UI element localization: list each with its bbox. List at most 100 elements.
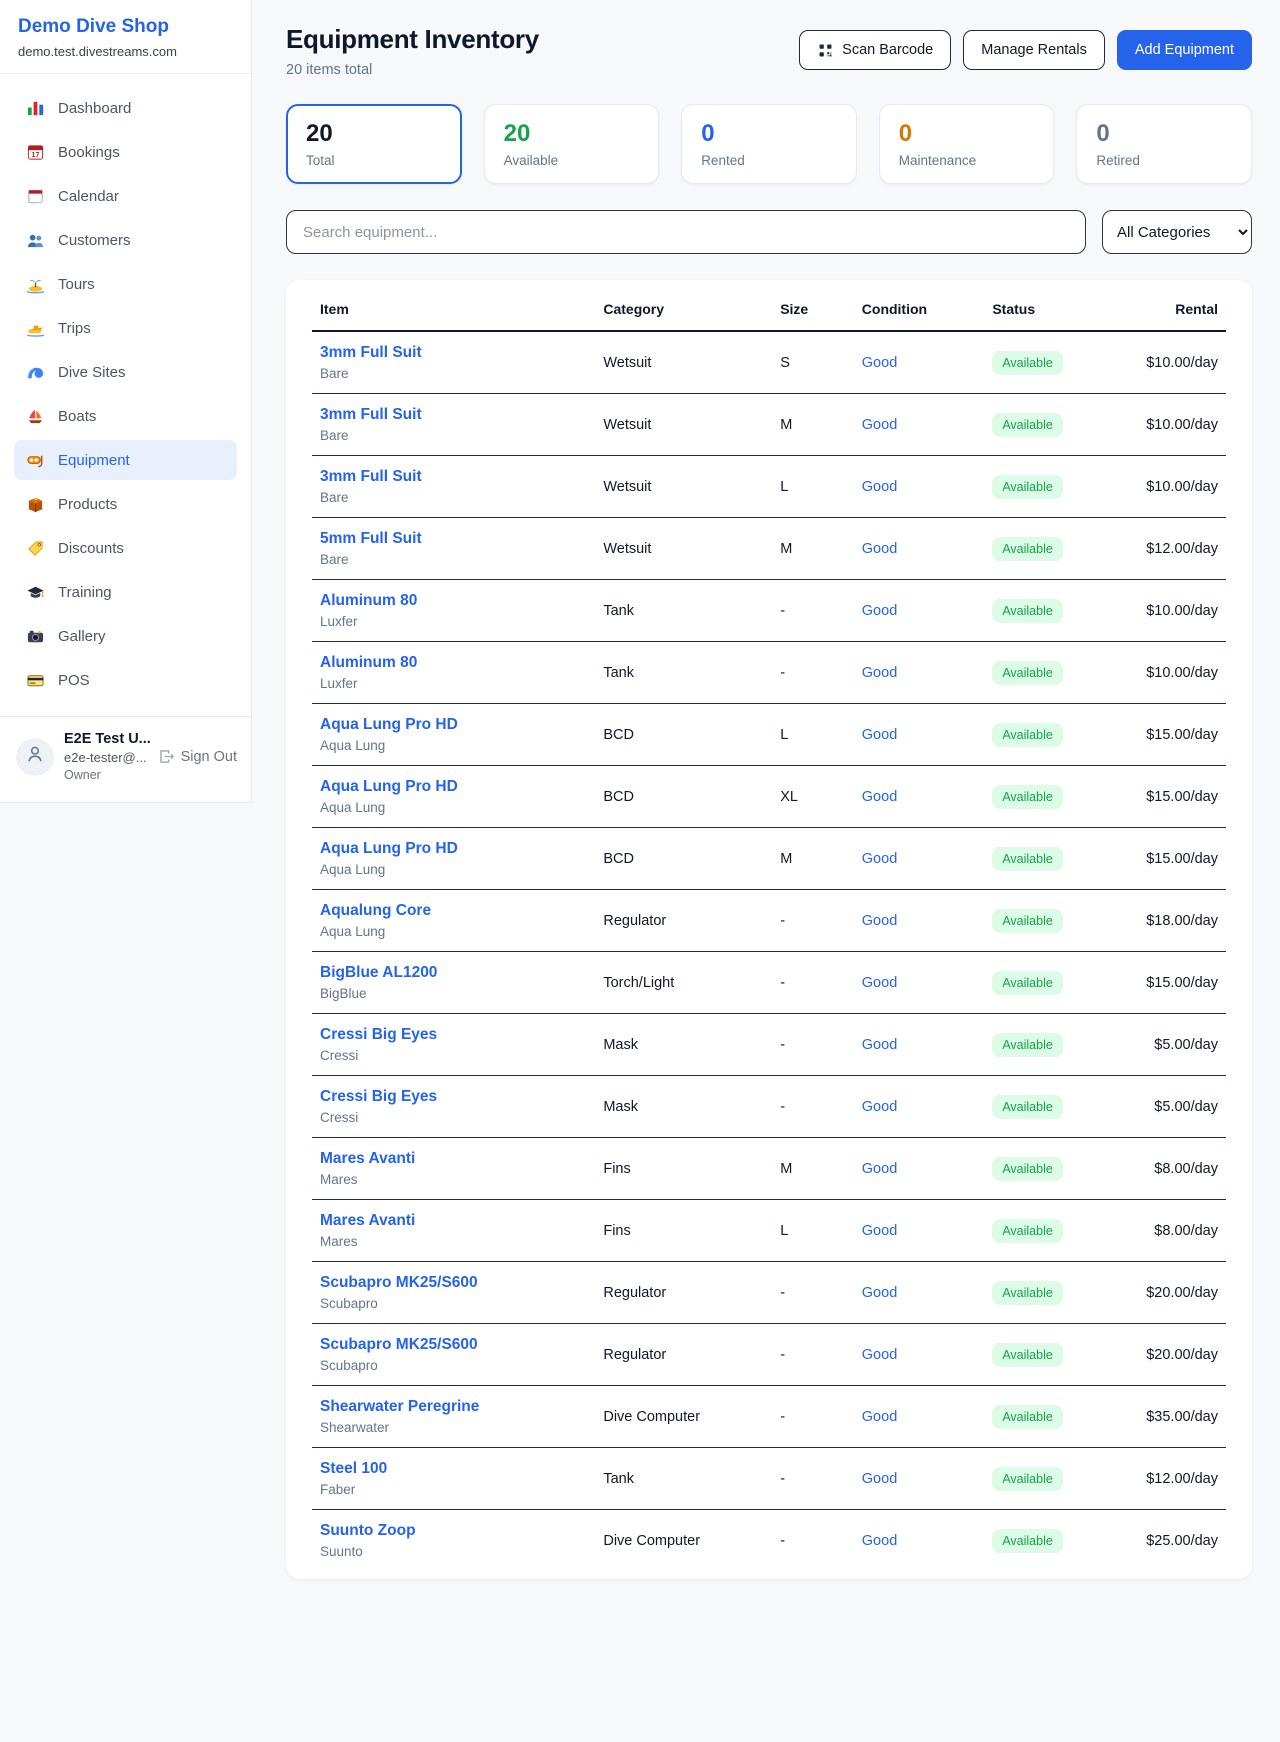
search-input[interactable] [286, 210, 1086, 254]
item-name-link[interactable]: Aluminum 80 [320, 592, 587, 610]
products-icon [26, 495, 45, 514]
condition-link[interactable]: Good [862, 1037, 897, 1053]
condition-link[interactable]: Good [862, 975, 897, 991]
item-name-link[interactable]: Cressi Big Eyes [320, 1088, 587, 1106]
sidebar-item-training[interactable]: Training [14, 572, 237, 612]
sidebar-item-tours[interactable]: Tours [14, 264, 237, 304]
sidebar-item-pos[interactable]: POS [14, 660, 237, 700]
item-cell: Scubapro MK25/S600Scubapro [312, 1324, 595, 1386]
condition-link[interactable]: Good [862, 665, 897, 681]
condition-link[interactable]: Good [862, 727, 897, 743]
condition-link[interactable]: Good [862, 541, 897, 557]
category-select[interactable]: All Categories [1102, 210, 1252, 254]
category-cell: Wetsuit [595, 518, 772, 580]
condition-link[interactable]: Good [862, 417, 897, 433]
stat-card-available[interactable]: 20Available [484, 104, 660, 184]
item-name-link[interactable]: 3mm Full Suit [320, 406, 587, 424]
size-cell: - [772, 1386, 854, 1448]
size-cell: M [772, 518, 854, 580]
item-name-link[interactable]: BigBlue AL1200 [320, 964, 587, 982]
table-row: 3mm Full SuitBareWetsuitMGoodAvailable$1… [312, 394, 1226, 456]
sidebar-item-label: Bookings [58, 144, 120, 161]
item-name-link[interactable]: Aqua Lung Pro HD [320, 716, 587, 734]
shop-name[interactable]: Demo Dive Shop [18, 16, 233, 38]
condition-link[interactable]: Good [862, 479, 897, 495]
condition-link[interactable]: Good [862, 1099, 897, 1115]
manage-rentals-button[interactable]: Manage Rentals [963, 30, 1105, 70]
condition-link[interactable]: Good [862, 1533, 897, 1549]
stat-card-maintenance[interactable]: 0Maintenance [879, 104, 1055, 184]
sidebar-item-label: Discounts [58, 540, 124, 557]
item-name-link[interactable]: Suunto Zoop [320, 1522, 587, 1540]
item-name-link[interactable]: Mares Avanti [320, 1212, 587, 1230]
status-cell: Available [984, 580, 1138, 642]
sidebar-item-customers[interactable]: Customers [14, 220, 237, 260]
item-name-link[interactable]: Scubapro MK25/S600 [320, 1336, 587, 1354]
stat-card-retired[interactable]: 0Retired [1076, 104, 1252, 184]
stat-value: 0 [1096, 120, 1232, 148]
status-cell: Available [984, 1386, 1138, 1448]
sidebar-item-bookings[interactable]: 17Bookings [14, 132, 237, 172]
sidebar-item-discounts[interactable]: Discounts [14, 528, 237, 568]
category-cell: BCD [595, 704, 772, 766]
item-name-link[interactable]: Aqualung Core [320, 902, 587, 920]
condition-link[interactable]: Good [862, 789, 897, 805]
item-name-link[interactable]: Mares Avanti [320, 1150, 587, 1168]
rental-cell: $15.00/day [1138, 952, 1226, 1014]
sidebar-item-trips[interactable]: Trips [14, 308, 237, 348]
user-role: Owner [64, 768, 148, 782]
condition-link[interactable]: Good [862, 1161, 897, 1177]
condition-link[interactable]: Good [862, 913, 897, 929]
item-name-link[interactable]: 3mm Full Suit [320, 468, 587, 486]
condition-link[interactable]: Good [862, 1471, 897, 1487]
item-name-link[interactable]: 5mm Full Suit [320, 530, 587, 548]
rental-cell: $20.00/day [1138, 1262, 1226, 1324]
item-name-link[interactable]: Cressi Big Eyes [320, 1026, 587, 1044]
stat-card-rented[interactable]: 0Rented [681, 104, 857, 184]
category-cell: Wetsuit [595, 394, 772, 456]
condition-link[interactable]: Good [862, 603, 897, 619]
condition-link[interactable]: Good [862, 851, 897, 867]
condition-link[interactable]: Good [862, 355, 897, 371]
category-cell: Regulator [595, 1262, 772, 1324]
status-badge: Available [992, 847, 1063, 871]
table-row: Aluminum 80LuxferTank-GoodAvailable$10.0… [312, 580, 1226, 642]
item-name-link[interactable]: Aqua Lung Pro HD [320, 778, 587, 796]
item-name-link[interactable]: Shearwater Peregrine [320, 1398, 587, 1416]
condition-link[interactable]: Good [862, 1347, 897, 1363]
item-name-link[interactable]: Aluminum 80 [320, 654, 587, 672]
sidebar-item-calendar[interactable]: Calendar [14, 176, 237, 216]
sidebar: Demo Dive Shop demo.test.divestreams.com… [0, 0, 252, 803]
add-equipment-button[interactable]: Add Equipment [1117, 30, 1252, 70]
item-cell: Cressi Big EyesCressi [312, 1076, 595, 1138]
sidebar-item-dive-sites[interactable]: Dive Sites [14, 352, 237, 392]
calendar-icon [26, 187, 45, 206]
items-total-label: 20 items total [286, 62, 539, 78]
sidebar-item-equipment[interactable]: Equipment [14, 440, 237, 480]
sidebar-item-boats[interactable]: Boats [14, 396, 237, 436]
sign-out-button[interactable]: Sign Out [158, 748, 237, 765]
user-section: E2E Test U... e2e-tester@... Owner Sign … [0, 716, 251, 802]
item-name-link[interactable]: Scubapro MK25/S600 [320, 1274, 587, 1292]
condition-link[interactable]: Good [862, 1285, 897, 1301]
item-brand: Bare [320, 366, 587, 381]
gallery-icon [26, 627, 45, 646]
stat-card-total[interactable]: 20Total [286, 104, 462, 184]
category-cell: Regulator [595, 1324, 772, 1386]
item-cell: Aluminum 80Luxfer [312, 642, 595, 704]
sidebar-item-products[interactable]: Products [14, 484, 237, 524]
sidebar-item-gallery[interactable]: Gallery [14, 616, 237, 656]
status-cell: Available [984, 1014, 1138, 1076]
tours-icon [26, 275, 45, 294]
item-name-link[interactable]: Aqua Lung Pro HD [320, 840, 587, 858]
condition-link[interactable]: Good [862, 1223, 897, 1239]
item-name-link[interactable]: Steel 100 [320, 1460, 587, 1478]
table-row: Scubapro MK25/S600ScubaproRegulator-Good… [312, 1262, 1226, 1324]
sidebar-item-dashboard[interactable]: Dashboard [14, 88, 237, 128]
item-brand: Aqua Lung [320, 800, 587, 815]
scan-barcode-button[interactable]: Scan Barcode [799, 30, 951, 70]
item-name-link[interactable]: 3mm Full Suit [320, 344, 587, 362]
condition-link[interactable]: Good [862, 1409, 897, 1425]
category-cell: Mask [595, 1014, 772, 1076]
item-cell: Aqua Lung Pro HDAqua Lung [312, 704, 595, 766]
